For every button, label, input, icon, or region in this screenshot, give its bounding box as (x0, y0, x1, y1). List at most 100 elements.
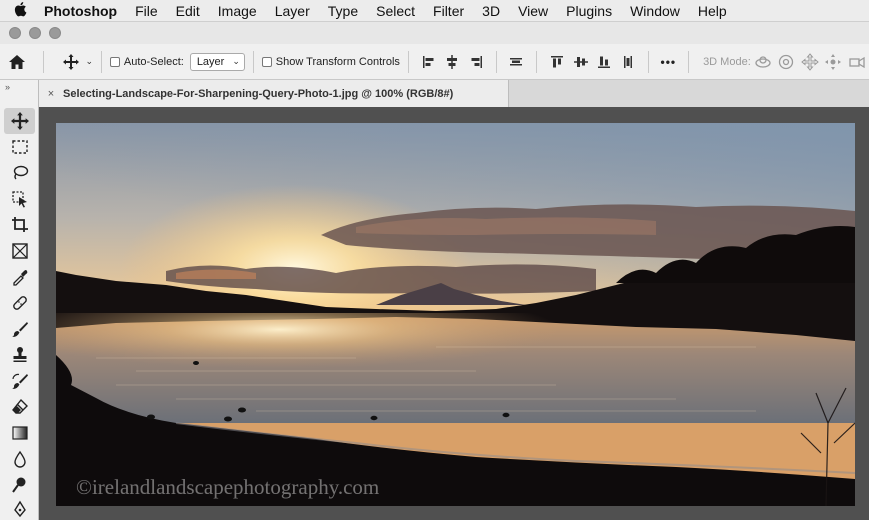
lasso-icon (13, 165, 28, 180)
drop-icon (13, 450, 26, 468)
align-bottom-icon (598, 56, 611, 68)
lasso-tool[interactable] (4, 160, 35, 186)
gradient-icon (11, 426, 28, 440)
more-options-label: ••• (660, 54, 677, 69)
move-tool[interactable] (4, 108, 35, 134)
auto-select-checkbox[interactable]: Auto-Select: (109, 56, 184, 68)
align-top-icon (550, 55, 563, 67)
show-transform-label: Show Transform Controls (275, 55, 400, 68)
checkbox-box[interactable] (109, 56, 120, 67)
pen-icon (13, 500, 26, 518)
eyedropper-icon (12, 270, 27, 286)
auto-select-target-dropdown[interactable]: Layer ⌄ (189, 52, 245, 71)
3d-orbit-button[interactable] (751, 49, 775, 75)
3d-camera-icon (849, 56, 865, 68)
menu-filter[interactable]: Filter (424, 3, 473, 19)
collapse-panel-icon[interactable]: » (0, 80, 38, 104)
menu-image[interactable]: Image (209, 3, 266, 19)
watermark: ©irelandlandscapephotography.com (76, 475, 380, 499)
document-tab-bar: × Selecting-Landscape-For-Sharpening-Que… (39, 80, 869, 107)
show-transform-controls-checkbox[interactable]: Show Transform Controls (261, 55, 400, 68)
dodge-icon (11, 477, 25, 493)
marquee-tool[interactable] (4, 134, 35, 160)
align-top-edges-button[interactable] (545, 49, 569, 75)
clone-stamp-tool[interactable] (4, 342, 35, 368)
brush-icon (11, 322, 28, 338)
close-window-button[interactable] (9, 27, 21, 39)
3d-roll-button[interactable] (774, 49, 798, 75)
3d-roll-icon (779, 54, 794, 69)
divider (495, 50, 497, 73)
checkbox-box[interactable] (261, 56, 272, 67)
crop-icon (11, 217, 28, 232)
pen-tool[interactable] (4, 496, 35, 520)
3d-pan-icon (801, 52, 819, 71)
rectangular-marquee-icon (11, 140, 28, 154)
divider (42, 50, 44, 73)
history-brush-tool[interactable] (4, 368, 35, 394)
menu-help[interactable]: Help (689, 3, 736, 19)
move-icon (10, 112, 29, 130)
tools-panel: » (0, 80, 39, 520)
history-brush-icon (11, 373, 28, 390)
distribute-horizontal-icon (623, 55, 632, 68)
tool-preset-picker[interactable]: ⌄ (51, 53, 93, 70)
chevron-down-icon: ⌄ (232, 56, 240, 66)
3d-drag-button[interactable] (798, 49, 822, 75)
3d-orbit-icon (754, 55, 771, 68)
distribute-vertical-button[interactable] (505, 49, 529, 75)
align-left-edges-button[interactable] (417, 49, 441, 75)
divider (688, 50, 690, 73)
divider (252, 50, 254, 73)
document-tab[interactable]: × Selecting-Landscape-For-Sharpening-Que… (39, 80, 509, 107)
align-vertical-centers-button[interactable] (569, 49, 593, 75)
home-button[interactable] (0, 44, 35, 80)
chevron-down-icon: ⌄ (85, 56, 93, 66)
distribute-horizontal-button[interactable] (616, 49, 640, 75)
menu-file[interactable]: File (126, 3, 167, 19)
landscape-photo[interactable]: ©irelandlandscapephotography.com (56, 123, 855, 506)
bandage-icon (12, 296, 27, 310)
eraser-tool[interactable] (4, 394, 35, 420)
3d-slide-button[interactable] (822, 49, 846, 75)
align-middle-icon (573, 56, 588, 67)
sunset-lake-image (56, 123, 855, 506)
dodge-tool[interactable] (4, 472, 35, 498)
document-tab-title: Selecting-Landscape-For-Sharpening-Query… (63, 87, 454, 100)
menu-type[interactable]: Type (319, 3, 367, 19)
align-center-icon (447, 54, 458, 69)
more-options-button[interactable]: ••• (657, 49, 681, 75)
close-tab-icon[interactable]: × (39, 88, 63, 100)
menu-plugins[interactable]: Plugins (557, 3, 621, 19)
divider (407, 50, 409, 73)
app-menu[interactable]: Photoshop (40, 3, 126, 19)
menu-layer[interactable]: Layer (266, 3, 319, 19)
3d-camera-button[interactable] (845, 49, 869, 75)
align-horizontal-centers-button[interactable] (440, 49, 464, 75)
menu-select[interactable]: Select (367, 3, 424, 19)
brush-tool[interactable] (4, 316, 35, 342)
eyedropper-tool[interactable] (4, 264, 35, 290)
object-selection-tool[interactable] (4, 186, 35, 212)
menu-window[interactable]: Window (621, 3, 689, 19)
3d-mode-label: 3D Mode: (703, 55, 751, 68)
window-title-strip (0, 22, 869, 44)
align-right-edges-button[interactable] (464, 49, 488, 75)
crop-tool[interactable] (4, 212, 35, 238)
align-bottom-edges-button[interactable] (592, 49, 616, 75)
gradient-tool[interactable] (4, 420, 35, 446)
apple-menu-icon[interactable] (0, 1, 40, 20)
menu-3d[interactable]: 3D (473, 3, 509, 19)
options-bar: ⌄ Auto-Select: Layer ⌄ Show Transform Co… (0, 44, 869, 80)
frame-tool[interactable] (4, 238, 35, 264)
blur-tool[interactable] (4, 446, 35, 472)
zoom-window-button[interactable] (49, 27, 61, 39)
canvas-area[interactable]: ©irelandlandscapephotography.com (39, 107, 869, 520)
home-icon (9, 54, 26, 69)
frame-icon (11, 243, 28, 259)
minimize-window-button[interactable] (29, 27, 41, 39)
menu-edit[interactable]: Edit (167, 3, 209, 19)
healing-brush-tool[interactable] (4, 290, 35, 316)
divider (536, 50, 538, 73)
menu-view[interactable]: View (509, 3, 557, 19)
